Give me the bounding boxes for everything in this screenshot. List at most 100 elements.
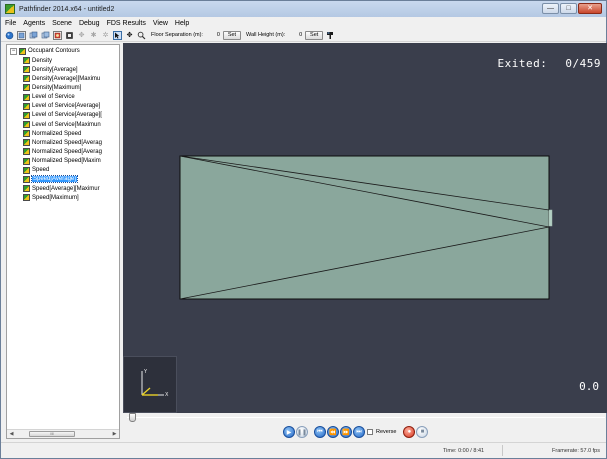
tree-item-density-average-maximum[interactable]: Density[Average][Maximu (23, 74, 102, 83)
app-window: Pathfinder 2014.x64 - untitled2 — □ ✕ Fi… (0, 0, 607, 459)
menu-view[interactable]: View (153, 20, 168, 27)
tree-list: Density Density[Average] Density[Average… (23, 56, 102, 202)
tree-item-label: Level of Service[Maximun (32, 121, 101, 128)
view-top-icon[interactable] (41, 31, 50, 40)
contour-layer-icon (23, 75, 30, 83)
wall-height-set-button[interactable]: Set (305, 30, 324, 40)
play-button-icon[interactable]: ▶ (283, 426, 295, 438)
exit-door (548, 209, 553, 227)
tree-item-normalized-speed-average-maximum[interactable]: Normalized Speed[Averag (23, 147, 102, 156)
view-side-icon[interactable] (29, 31, 38, 40)
contour-layer-icon (23, 84, 30, 92)
window-controls: — □ ✕ (542, 3, 602, 14)
tree-item-level-of-service-average-maximum[interactable]: Level of Service[Average][ (23, 111, 102, 120)
toolbar: ✥ ✱ ✲ ✥ Floor Separation (m): 0 Set Wall… (1, 29, 606, 42)
pan-tool-icon[interactable]: ✥ (125, 31, 134, 40)
contour-layer-icon (23, 121, 30, 129)
zoom-tool-icon[interactable] (137, 31, 146, 40)
fly-tool-icon[interactable]: ✲ (101, 31, 110, 40)
tree-root-occupant-contours[interactable]: − Occupant Contours (10, 47, 80, 55)
timeline-slider[interactable] (127, 413, 605, 422)
menu-file[interactable]: File (5, 20, 16, 27)
tree-item-density-average[interactable]: Density[Average] (23, 65, 102, 74)
tree-horizontal-scrollbar[interactable]: ◀ III ▶ (7, 429, 119, 438)
stop-record-icon[interactable]: ■ (416, 426, 429, 438)
filled-mode-icon[interactable] (65, 31, 74, 40)
skip-to-end-icon[interactable]: ⏭ (353, 426, 365, 438)
move-tool-icon[interactable]: ✥ (77, 31, 86, 40)
menu-scene[interactable]: Scene (52, 20, 72, 27)
tree-item-speed-average[interactable]: Speed[Average] (23, 175, 102, 184)
tree-root-label: Occupant Contours (28, 48, 80, 54)
window-title: Pathfinder 2014.x64 - untitled2 (19, 5, 115, 13)
tree-item-label: Normalized Speed (32, 130, 82, 137)
tree-item-speed[interactable]: Speed (23, 166, 102, 175)
menu-fds-results[interactable]: FDS Results (107, 20, 146, 27)
tree-item-density-maximum[interactable]: Density[Maximum] (23, 83, 102, 92)
tree-item-speed-maximum[interactable]: Speed[Maximum] (23, 193, 102, 202)
menu-agents[interactable]: Agents (23, 20, 45, 27)
tree-item-level-of-service-maximum[interactable]: Level of Service[Maximun (23, 120, 102, 129)
step-forward-icon[interactable]: ⏩ (340, 426, 352, 438)
contour-layer-icon (23, 175, 30, 183)
svg-text:X: X (165, 392, 169, 398)
title-bar[interactable]: Pathfinder 2014.x64 - untitled2 — □ ✕ (1, 1, 606, 17)
contour-layer-icon (23, 102, 30, 110)
tree-item-speed-average-maximum[interactable]: Speed[Average][Maximur (23, 184, 102, 193)
scroll-left-icon[interactable]: ◀ (7, 430, 16, 438)
pause-button-icon[interactable]: ❚❚ (296, 426, 308, 438)
scroll-thumb[interactable]: III (29, 431, 75, 437)
tree-item-level-of-service[interactable]: Level of Service (23, 93, 102, 102)
exited-value: 0/459 (565, 57, 601, 70)
wall-height-field[interactable]: 0 (288, 32, 302, 38)
minimize-button[interactable]: — (542, 3, 559, 14)
menu-debug[interactable]: Debug (79, 20, 100, 27)
collapse-icon[interactable]: − (10, 47, 17, 55)
orbit-icon[interactable] (5, 31, 14, 40)
tree-item-normalized-speed[interactable]: Normalized Speed (23, 129, 102, 138)
timeline-thumb[interactable] (129, 413, 136, 422)
status-divider (502, 445, 503, 456)
exited-counter: Exited: 0/459 (498, 57, 601, 70)
record-button-icon[interactable]: ● (403, 426, 416, 438)
scroll-right-icon[interactable]: ▶ (110, 430, 119, 438)
timeline-track (127, 417, 605, 418)
view-front-icon[interactable] (17, 30, 26, 40)
tree-item-label: Normalized Speed[Maxim (32, 158, 101, 165)
status-time: Time: 0:00 / 8:41 (443, 447, 485, 454)
reverse-checkbox[interactable] (367, 429, 373, 435)
menu-help[interactable]: Help (175, 20, 189, 27)
svg-text:Y: Y (143, 369, 148, 375)
tree-item-label: Density[Average] (32, 66, 78, 73)
tree-item-normalized-speed-average[interactable]: Normalized Speed[Averag (23, 138, 102, 147)
select-tool-icon[interactable] (113, 30, 122, 40)
wall-height-label: Wall Height (m): (245, 32, 286, 38)
tree-item-label: Speed[Maximum] (32, 194, 79, 201)
tree-item-level-of-service-average[interactable]: Level of Service[Average] (23, 102, 102, 111)
tree-item-normalized-speed-maximum[interactable]: Normalized Speed[Maxim (23, 157, 102, 166)
render-mode-icon[interactable] (53, 30, 62, 40)
close-button[interactable]: ✕ (578, 3, 602, 14)
status-bar: Time: 0:00 / 8:41 Framerate: 57.0 fps (1, 442, 606, 458)
floor-room (179, 155, 550, 300)
rotate-tool-icon[interactable]: ✱ (89, 31, 98, 40)
paint-tool-icon[interactable] (326, 31, 335, 40)
tree-item-label: Speed[Average] (31, 175, 78, 184)
tree-item-label: Density[Average][Maximu (32, 75, 101, 82)
status-framerate: Framerate: 57.0 fps (552, 447, 600, 454)
floor-separation-field[interactable]: 0 (206, 32, 220, 38)
maximize-button[interactable]: □ (560, 3, 577, 14)
pathfinder-logo-icon (5, 4, 15, 14)
3d-viewport[interactable]: Exited: 0/459 0.0 Y X (123, 43, 607, 413)
tree-item-label: Speed[Average][Maximur (32, 185, 100, 192)
simulation-time-display: 0.0 (579, 380, 599, 393)
floor-separation-set-button[interactable]: Set (222, 30, 241, 40)
tree-item-density[interactable]: Density (23, 56, 102, 65)
tree-item-label: Level of Service (32, 94, 75, 101)
contour-layer-icon (23, 66, 30, 74)
exited-label: Exited: (497, 57, 548, 70)
contour-layer-icon (23, 57, 30, 65)
step-back-icon[interactable]: ⏪ (327, 426, 339, 438)
skip-to-start-icon[interactable]: ⏮ (314, 426, 326, 438)
contour-layer-icon (23, 166, 30, 174)
